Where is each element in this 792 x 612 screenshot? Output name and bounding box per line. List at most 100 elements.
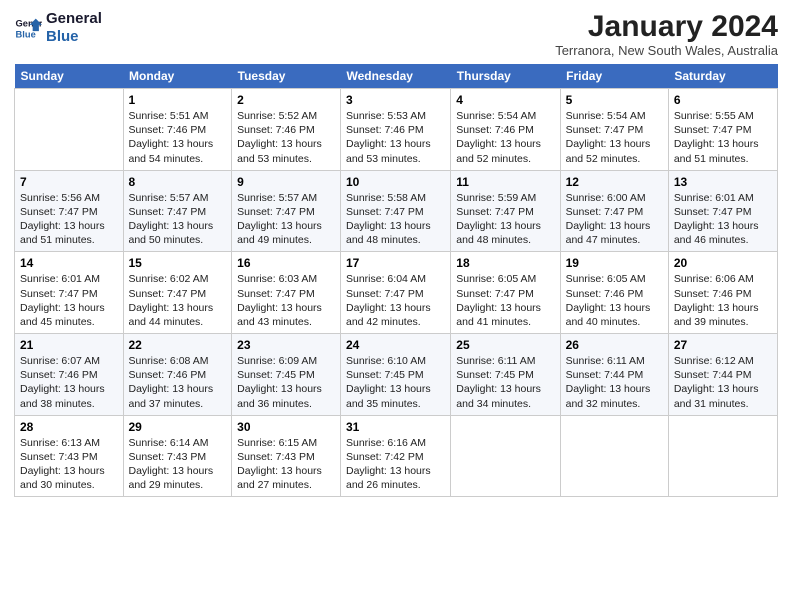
day-info: Sunrise: 6:05 AM Sunset: 7:47 PM Dayligh… (456, 272, 554, 329)
day-info: Sunrise: 6:03 AM Sunset: 7:47 PM Dayligh… (237, 272, 335, 329)
calendar-cell: 6Sunrise: 5:55 AM Sunset: 7:47 PM Daylig… (668, 89, 777, 171)
day-info: Sunrise: 5:57 AM Sunset: 7:47 PM Dayligh… (129, 191, 227, 248)
calendar-cell: 10 Sunrise: 5:58 AM Sunset: 7:47 PM Dayli… (341, 170, 451, 252)
calendar-cell: 29 Sunrise: 6:14 AM Sunset: 7:43 PM Dayli… (123, 415, 232, 497)
day-info: Sunrise: 6:14 AM Sunset: 7:43 PM Dayligh… (129, 436, 227, 493)
header-saturday: Saturday (668, 64, 777, 89)
page-container: General Blue General Blue January 2024 T… (0, 0, 792, 505)
header-tuesday: Tuesday (232, 64, 341, 89)
day-number: 28 (20, 420, 118, 434)
week-row-1: 7 Sunrise: 5:56 AM Sunset: 7:47 PM Daylig… (15, 170, 778, 252)
calendar-cell: 9 Sunrise: 5:57 AM Sunset: 7:47 PM Daylig… (232, 170, 341, 252)
day-number: 30 (237, 420, 335, 434)
header-monday: Monday (123, 64, 232, 89)
day-number: 1 (129, 93, 227, 107)
day-number: 20 (674, 256, 772, 270)
day-info: Sunrise: 6:15 AM Sunset: 7:43 PM Dayligh… (237, 436, 335, 493)
day-info: Sunrise: 5:52 AM Sunset: 7:46 PM Dayligh… (237, 109, 335, 166)
day-info: Sunrise: 6:06 AM Sunset: 7:46 PM Dayligh… (674, 272, 772, 329)
day-info: Sunrise: 6:10 AM Sunset: 7:45 PM Dayligh… (346, 354, 445, 411)
day-info: Sunrise: 5:57 AM Sunset: 7:47 PM Dayligh… (237, 191, 335, 248)
calendar-cell: 30 Sunrise: 6:15 AM Sunset: 7:43 PM Dayli… (232, 415, 341, 497)
calendar-cell: 21 Sunrise: 6:07 AM Sunset: 7:46 PM Dayli… (15, 334, 124, 416)
day-number: 8 (129, 175, 227, 189)
day-number: 16 (237, 256, 335, 270)
day-info: Sunrise: 5:58 AM Sunset: 7:47 PM Dayligh… (346, 191, 445, 248)
header-row: General Blue General Blue January 2024 T… (14, 10, 778, 58)
day-info: Sunrise: 6:11 AM Sunset: 7:44 PM Dayligh… (566, 354, 663, 411)
calendar-cell: 26 Sunrise: 6:11 AM Sunset: 7:44 PM Dayli… (560, 334, 668, 416)
day-number: 17 (346, 256, 445, 270)
calendar-cell: 11 Sunrise: 5:59 AM Sunset: 7:47 PM Dayli… (451, 170, 560, 252)
day-number: 26 (566, 338, 663, 352)
day-info: Sunrise: 6:01 AM Sunset: 7:47 PM Dayligh… (20, 272, 118, 329)
day-number: 21 (20, 338, 118, 352)
day-number: 31 (346, 420, 445, 434)
day-info: Sunrise: 5:54 AM Sunset: 7:46 PM Dayligh… (456, 109, 554, 166)
day-info: Sunrise: 6:09 AM Sunset: 7:45 PM Dayligh… (237, 354, 335, 411)
day-number: 5 (566, 93, 663, 107)
calendar-cell: 8 Sunrise: 5:57 AM Sunset: 7:47 PM Daylig… (123, 170, 232, 252)
day-info: Sunrise: 6:00 AM Sunset: 7:47 PM Dayligh… (566, 191, 663, 248)
day-number: 19 (566, 256, 663, 270)
calendar-cell: 3 Sunrise: 5:53 AM Sunset: 7:46 PM Daylig… (341, 89, 451, 171)
day-number: 7 (20, 175, 118, 189)
week-row-2: 14 Sunrise: 6:01 AM Sunset: 7:47 PM Dayli… (15, 252, 778, 334)
logo-general: General (46, 10, 102, 28)
day-info: Sunrise: 6:16 AM Sunset: 7:42 PM Dayligh… (346, 436, 445, 493)
calendar-subtitle: Terranora, New South Wales, Australia (555, 43, 778, 58)
calendar-header-row: SundayMondayTuesdayWednesdayThursdayFrid… (15, 64, 778, 89)
calendar-cell: 2Sunrise: 5:52 AM Sunset: 7:46 PM Daylig… (232, 89, 341, 171)
day-number: 6 (674, 93, 772, 107)
day-info: Sunrise: 6:12 AM Sunset: 7:44 PM Dayligh… (674, 354, 772, 411)
header-friday: Friday (560, 64, 668, 89)
calendar-cell: 13 Sunrise: 6:01 AM Sunset: 7:47 PM Dayli… (668, 170, 777, 252)
calendar-cell: 18 Sunrise: 6:05 AM Sunset: 7:47 PM Dayli… (451, 252, 560, 334)
calendar-cell: 19 Sunrise: 6:05 AM Sunset: 7:46 PM Dayli… (560, 252, 668, 334)
calendar-cell: 28Sunrise: 6:13 AM Sunset: 7:43 PM Dayli… (15, 415, 124, 497)
day-number: 25 (456, 338, 554, 352)
calendar-title: January 2024 (555, 10, 778, 43)
week-row-4: 28Sunrise: 6:13 AM Sunset: 7:43 PM Dayli… (15, 415, 778, 497)
day-info: Sunrise: 5:56 AM Sunset: 7:47 PM Dayligh… (20, 191, 118, 248)
day-info: Sunrise: 5:51 AM Sunset: 7:46 PM Dayligh… (129, 109, 227, 166)
calendar-cell: 1 Sunrise: 5:51 AM Sunset: 7:46 PM Daylig… (123, 89, 232, 171)
day-number: 24 (346, 338, 445, 352)
day-number: 3 (346, 93, 445, 107)
calendar-cell (668, 415, 777, 497)
calendar-cell: 14 Sunrise: 6:01 AM Sunset: 7:47 PM Dayli… (15, 252, 124, 334)
day-info: Sunrise: 5:59 AM Sunset: 7:47 PM Dayligh… (456, 191, 554, 248)
day-number: 4 (456, 93, 554, 107)
header-wednesday: Wednesday (341, 64, 451, 89)
day-number: 13 (674, 175, 772, 189)
day-number: 27 (674, 338, 772, 352)
calendar-cell: 22 Sunrise: 6:08 AM Sunset: 7:46 PM Dayli… (123, 334, 232, 416)
week-row-3: 21 Sunrise: 6:07 AM Sunset: 7:46 PM Dayli… (15, 334, 778, 416)
day-info: Sunrise: 6:01 AM Sunset: 7:47 PM Dayligh… (674, 191, 772, 248)
calendar-cell: 20 Sunrise: 6:06 AM Sunset: 7:46 PM Dayli… (668, 252, 777, 334)
calendar-cell: 5Sunrise: 5:54 AM Sunset: 7:47 PM Daylig… (560, 89, 668, 171)
calendar-cell: 7 Sunrise: 5:56 AM Sunset: 7:47 PM Daylig… (15, 170, 124, 252)
calendar-cell: 16 Sunrise: 6:03 AM Sunset: 7:47 PM Dayli… (232, 252, 341, 334)
calendar-cell (451, 415, 560, 497)
day-number: 29 (129, 420, 227, 434)
calendar-cell: 31 Sunrise: 6:16 AM Sunset: 7:42 PM Dayli… (341, 415, 451, 497)
day-number: 23 (237, 338, 335, 352)
calendar-cell: 24 Sunrise: 6:10 AM Sunset: 7:45 PM Dayli… (341, 334, 451, 416)
day-number: 14 (20, 256, 118, 270)
calendar-cell: 15 Sunrise: 6:02 AM Sunset: 7:47 PM Dayli… (123, 252, 232, 334)
day-info: Sunrise: 5:53 AM Sunset: 7:46 PM Dayligh… (346, 109, 445, 166)
day-number: 9 (237, 175, 335, 189)
day-info: Sunrise: 6:07 AM Sunset: 7:46 PM Dayligh… (20, 354, 118, 411)
day-info: Sunrise: 6:08 AM Sunset: 7:46 PM Dayligh… (129, 354, 227, 411)
header-sunday: Sunday (15, 64, 124, 89)
day-number: 18 (456, 256, 554, 270)
day-info: Sunrise: 6:04 AM Sunset: 7:47 PM Dayligh… (346, 272, 445, 329)
day-number: 11 (456, 175, 554, 189)
day-number: 10 (346, 175, 445, 189)
calendar-cell (560, 415, 668, 497)
day-info: Sunrise: 6:02 AM Sunset: 7:47 PM Dayligh… (129, 272, 227, 329)
day-number: 22 (129, 338, 227, 352)
day-number: 15 (129, 256, 227, 270)
day-info: Sunrise: 6:05 AM Sunset: 7:46 PM Dayligh… (566, 272, 663, 329)
